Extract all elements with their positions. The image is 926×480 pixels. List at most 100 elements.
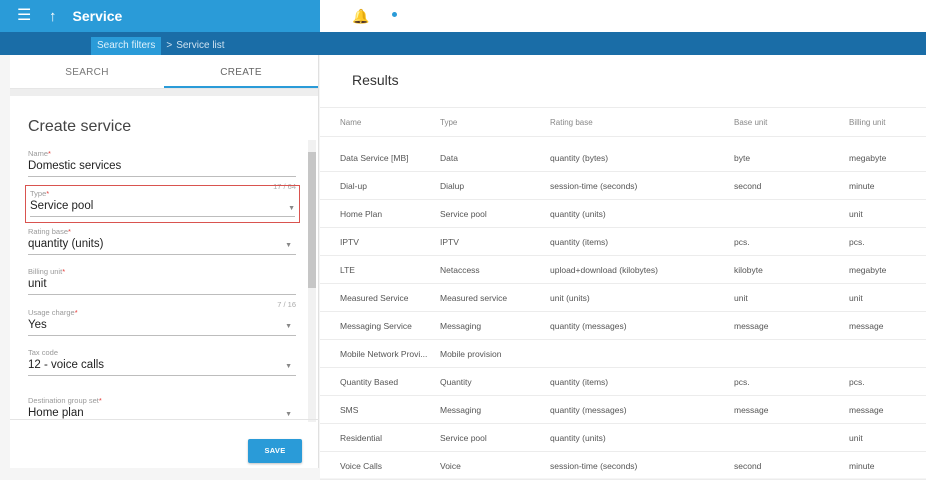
cell-billing-unit: pcs. [849,236,865,247]
column-header-billing-unit[interactable]: Billing unit [849,108,924,136]
hamburger-icon[interactable]: ☰ [17,8,31,24]
app-header: ☰ ↑ Service ? 🔔 [0,0,926,32]
usage-charge-select[interactable]: Usage charge* Yes ▼ [28,308,296,336]
dropdown-arrow-icon[interactable]: ▼ [285,323,292,330]
destination-group-set-select[interactable]: Destination group set* Home plan ▼ [28,396,296,419]
cell-name: Messaging Service [340,320,412,331]
cell-name: Dial-up [340,180,367,191]
cell-name: Residential [340,432,383,443]
table-row[interactable]: Data Service [MB] Data quantity (bytes) byt… [320,144,926,172]
rating-base-label: Rating base [28,227,69,236]
column-header-rating-base[interactable]: Rating base [550,108,730,136]
cell-rating-base: quantity (items) [550,236,609,247]
table-row[interactable]: Messaging Service Messaging quantity (mess… [320,312,926,340]
save-button[interactable]: SAVE [248,439,302,463]
page-title: Service [72,8,123,24]
cell-name: Home Plan [340,208,383,219]
cell-type: Measured service [440,292,508,303]
cell-rating-base: upload+download (kilobytes) [550,264,658,275]
field-underline [28,254,296,255]
cell-type: Quantity [440,376,472,387]
cell-base-unit: pcs. [734,376,750,387]
rating-base-select[interactable]: Rating base* quantity (units) ▼ [28,227,296,255]
cell-billing-unit: unit [849,432,863,443]
cell-rating-base: quantity (items) [550,376,609,387]
breadcrumb-search-filters[interactable]: Search filters [91,37,162,55]
cell-type: Messaging [440,404,482,415]
cell-base-unit: second [734,180,762,191]
results-panel: Results Name Type Rating base Base unit … [320,55,926,480]
table-row[interactable]: Dial-up Dialup session-time (seconds) secon… [320,172,926,200]
table-row[interactable]: LTE Netaccess upload+download (kilobytes) k… [320,256,926,284]
table-row[interactable]: IPTV IPTV quantity (items) pcs. pcs. [320,228,926,256]
tax-code-select[interactable]: Tax code 12 - voice calls ▼ [28,348,296,376]
cell-name: Measured Service [340,292,409,303]
table-header: Name Type Rating base Base unit Billing … [320,107,926,137]
cell-billing-unit: megabyte [849,152,887,163]
dropdown-arrow-icon[interactable]: ▼ [285,242,292,249]
field-underline [30,216,295,217]
table-row[interactable]: Mobile Network Provi... Mobile provision [320,340,926,368]
billing-unit-field[interactable]: Billing unit* unit 7 / 16 [28,267,296,309]
bell-icon[interactable]: 🔔 [352,8,369,25]
table-row[interactable]: Voice Calls Voice session-time (seconds) se… [320,452,926,480]
tab-search[interactable]: SEARCH [10,55,164,88]
cell-base-unit [734,200,834,227]
cell-base-unit: second [734,460,762,471]
tax-code-value: 12 - voice calls [28,359,105,371]
help-icon[interactable]: ? [320,9,334,23]
tab-create[interactable]: CREATE [164,55,318,88]
table-row[interactable]: SMS Messaging quantity (messages) message me… [320,396,926,424]
breadcrumb: Search filters > Service list [0,32,926,55]
cell-base-unit: message [734,320,769,331]
name-field[interactable]: Name* Domestic services 17 / 64 [28,149,296,191]
dropdown-arrow-icon[interactable]: ▼ [285,411,292,418]
table-row[interactable]: Measured Service Measured service unit (un… [320,284,926,312]
cell-type: Netaccess [440,264,480,275]
cell-billing-unit [849,340,924,367]
cell-name: Voice Calls [340,460,383,471]
cell-type: Mobile provision [440,348,502,359]
cell-rating-base [550,340,730,367]
table-row[interactable]: Home Plan Service pool quantity (units) uni… [320,200,926,228]
table-row[interactable]: Residential Service pool quantity (units) u… [320,424,926,452]
cell-base-unit: byte [734,152,751,163]
column-header-base-unit[interactable]: Base unit [734,108,834,136]
breadcrumb-separator: > [166,40,173,51]
create-panel: SEARCH CREATE Create service Name* Domes… [10,55,319,468]
column-header-name[interactable]: Name [340,108,436,136]
scrollbar-thumb[interactable] [308,152,316,288]
billing-unit-label: Billing unit [28,267,63,276]
cell-name: SMS [340,404,359,415]
cell-name: IPTV [340,236,359,247]
billing-unit-input[interactable]: unit [28,278,296,290]
cell-rating-base: session-time (seconds) [550,180,638,191]
cell-billing-unit: unit [849,208,863,219]
field-underline [28,335,296,336]
cell-type: IPTV [440,236,459,247]
dropdown-arrow-icon[interactable]: ▼ [285,363,292,370]
cell-type: Voice [440,460,461,471]
cell-name: LTE [340,264,355,275]
cell-type: Service pool [440,208,487,219]
cell-billing-unit: minute [849,460,875,471]
destination-group-set-value: Home plan [28,407,84,419]
cell-rating-base: quantity (units) [550,208,606,219]
name-label: Name [28,149,49,158]
required-mark: * [74,308,78,317]
name-input[interactable]: Domestic services [28,160,296,172]
breadcrumb-service-list[interactable]: Service list [176,37,224,55]
cell-rating-base: quantity (bytes) [550,152,609,163]
usage-charge-label: Usage charge [28,308,75,317]
type-select[interactable]: Type* Service pool ▼ [25,185,300,223]
arrow-up-icon[interactable]: ↑ [49,8,57,25]
form-scrollbar[interactable] [308,140,316,422]
cell-billing-unit: message [849,404,884,415]
column-header-type[interactable]: Type [440,108,540,136]
table-row[interactable]: Quantity Based Quantity quantity (items) pc… [320,368,926,396]
tax-code-label: Tax code [28,348,59,357]
cell-rating-base: quantity (messages) [550,320,627,331]
user-icon[interactable] [387,8,403,24]
cell-type: Service pool [440,432,487,443]
dropdown-arrow-icon[interactable]: ▼ [288,205,295,212]
